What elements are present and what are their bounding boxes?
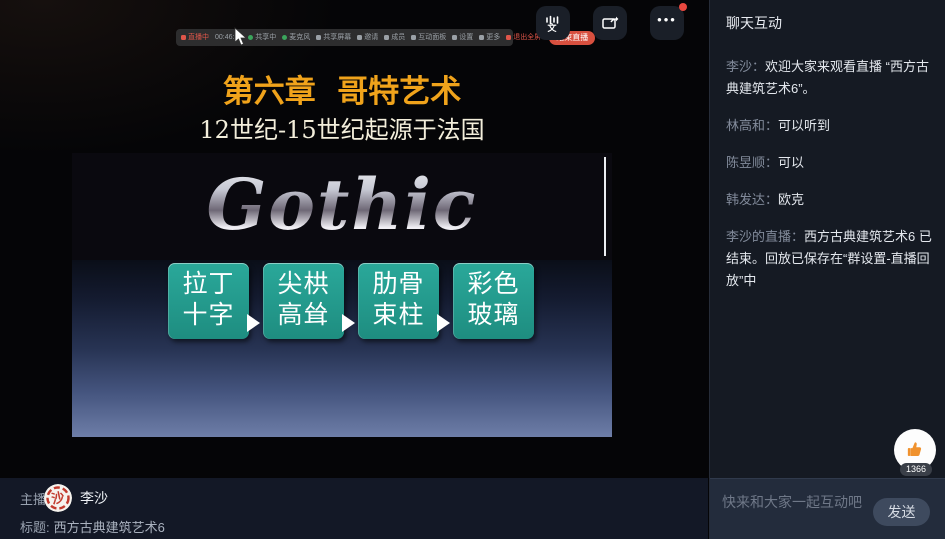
chat-message: 韩发达：欧克 — [726, 189, 933, 211]
slide-chapter-title: 第六章 哥特艺术 — [72, 66, 612, 111]
chat-message: 李沙的直播：西方古典建筑艺术6 已结束。回放已保存在“群设置-直播回放”中 — [726, 226, 933, 292]
notification-dot — [679, 3, 687, 11]
chat-panel: 聊天互动 李沙：欢迎大家来观看直播 “西方古典建筑艺术6”。 林高和：可以听到 … — [709, 0, 945, 539]
flow-box-pointed-arch: 尖栱高耸 — [263, 263, 344, 339]
flow-arrow-icon — [342, 314, 355, 332]
toolbar-item-screen-share[interactable]: 共享屏幕 — [316, 34, 351, 41]
seal-avatar-icon: 沙 — [44, 484, 72, 512]
popout-window-button[interactable] — [593, 6, 627, 40]
stream-title: 西方古典建筑艺术6 — [54, 520, 165, 535]
chat-panel-title: 聊天互动 — [710, 0, 945, 33]
like-button[interactable]: 1366 — [894, 429, 938, 475]
stream-title-row: 标题: 西方古典建筑艺术6 — [20, 517, 165, 536]
mic-icon — [282, 35, 287, 40]
flow-arrow-icon — [437, 314, 450, 332]
flow-box-latin-cross: 拉丁十字 — [168, 263, 249, 339]
exit-icon — [506, 35, 511, 40]
more-dots-icon — [479, 35, 484, 40]
flow-box-stained-glass: 彩色玻璃 — [453, 263, 534, 339]
like-count-badge: 1366 — [900, 463, 932, 476]
popout-window-icon — [600, 13, 620, 33]
more-ellipsis-icon: ••• — [657, 20, 677, 26]
voice-to-text-button[interactable]: 文 — [536, 6, 570, 40]
flow-arrow-icon — [247, 314, 260, 332]
more-options-button[interactable]: ••• — [650, 6, 684, 40]
flow-box-rib-vault: 肋骨束柱 — [358, 263, 439, 339]
host-info-bar: 主播: 沙 李沙 标题:西方古典建筑艺术6 — [0, 478, 708, 539]
shared-slide: 第六章 哥特艺术 12世纪-15世纪起源于法国 Gothic 拉丁十字 尖栱高耸… — [72, 58, 612, 437]
toolbar-item-live[interactable]: 直播中 — [181, 34, 209, 41]
host-avatar[interactable]: 沙 — [44, 484, 72, 512]
slide-subtitle: 12世纪-15世纪起源于法国 — [72, 110, 612, 145]
chat-input[interactable] — [720, 488, 874, 516]
chat-message: 陈昱顺：可以 — [726, 152, 933, 174]
toolbar-item-members[interactable]: 成员 — [384, 34, 405, 41]
scroll-cursor-line — [604, 157, 606, 256]
toolbar-item-more[interactable]: 更多 — [479, 34, 500, 41]
host-name: 李沙 — [80, 488, 108, 508]
thumbs-up-icon — [904, 439, 926, 461]
mouse-cursor — [234, 27, 247, 46]
gothic-banner: Gothic — [72, 153, 612, 260]
chat-bubble-icon — [411, 35, 416, 40]
stream-stage: 直播中 00:46:10 共享中 麦克风 共享屏幕 邀请 成员 互动面板 设置 … — [0, 0, 708, 539]
settings-gear-icon — [452, 35, 457, 40]
toolbar-item-exit-fullscreen[interactable]: 退出全屏 — [506, 34, 541, 41]
screen-share-icon — [316, 35, 321, 40]
members-icon — [384, 35, 389, 40]
title-label: 标题: — [20, 520, 50, 535]
chat-message-list[interactable]: 李沙：欢迎大家来观看直播 “西方古典建筑艺术6”。 林高和：可以听到 陈昱顺：可… — [710, 44, 945, 477]
invite-icon — [357, 35, 362, 40]
flow-diagram: 拉丁十字 尖栱高耸 肋骨束柱 彩色玻璃 — [72, 260, 612, 437]
share-toolbar: 直播中 00:46:10 共享中 麦克风 共享屏幕 邀请 成员 互动面板 设置 … — [176, 29, 513, 46]
toolbar-item-panel[interactable]: 互动面板 — [411, 34, 446, 41]
gothic-banner-text: Gothic — [72, 153, 612, 257]
toolbar-item-settings[interactable]: 设置 — [452, 34, 473, 41]
svg-text:文: 文 — [546, 22, 557, 33]
chat-message: 林高和：可以听到 — [726, 115, 933, 137]
signal-bars-icon — [181, 35, 186, 40]
toolbar-item-sharing[interactable]: 共享中 — [248, 34, 276, 41]
chat-input-bar: 发送 — [710, 478, 945, 539]
voice-to-text-icon: 文 — [543, 13, 563, 33]
chat-message: 李沙：欢迎大家来观看直播 “西方古典建筑艺术6”。 — [726, 56, 933, 100]
toolbar-item-invite[interactable]: 邀请 — [357, 34, 378, 41]
send-button[interactable]: 发送 — [873, 498, 930, 526]
live-stream-window: 直播中 00:46:10 共享中 麦克风 共享屏幕 邀请 成员 互动面板 设置 … — [0, 0, 945, 539]
toolbar-item-mic[interactable]: 麦克风 — [282, 34, 310, 41]
green-dot-icon — [248, 35, 253, 40]
